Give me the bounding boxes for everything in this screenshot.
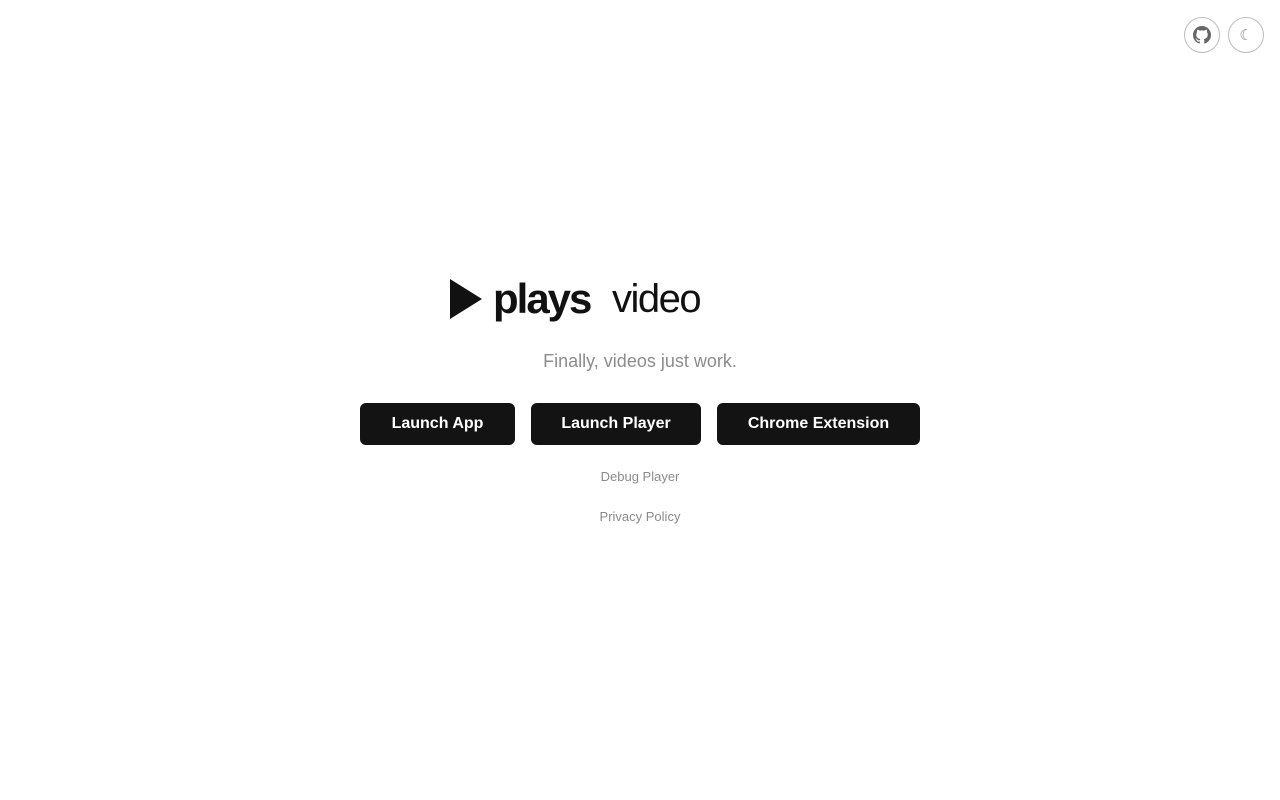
privacy-policy-link[interactable]: Privacy Policy: [600, 509, 681, 524]
chrome-extension-button[interactable]: Chrome Extension: [717, 403, 920, 445]
play-icon: [450, 279, 482, 319]
logo-wordmark-video: video: [612, 277, 702, 321]
top-controls: ☾: [1184, 17, 1264, 53]
theme-toggle-button[interactable]: ☾: [1228, 17, 1264, 53]
privacy-policy-row: Privacy Policy: [0, 509, 1280, 525]
launch-player-button[interactable]: Launch Player: [531, 403, 701, 445]
tagline: Finally, videos just work.: [543, 351, 737, 371]
action-buttons: Launch App Launch Player Chrome Extensio…: [0, 403, 1280, 445]
moon-icon: ☾: [1239, 25, 1253, 44]
launch-app-button[interactable]: Launch App: [360, 403, 515, 445]
landing-page: ☾ plays video Finally, videos just work.…: [0, 0, 1280, 800]
logo-wordmark-plays: plays: [493, 275, 592, 322]
logo: plays video: [450, 275, 710, 322]
github-button[interactable]: [1184, 17, 1220, 53]
github-icon: [1193, 26, 1211, 44]
debug-player-link[interactable]: Debug Player: [601, 469, 680, 484]
debug-player-row: Debug Player: [0, 469, 1280, 485]
